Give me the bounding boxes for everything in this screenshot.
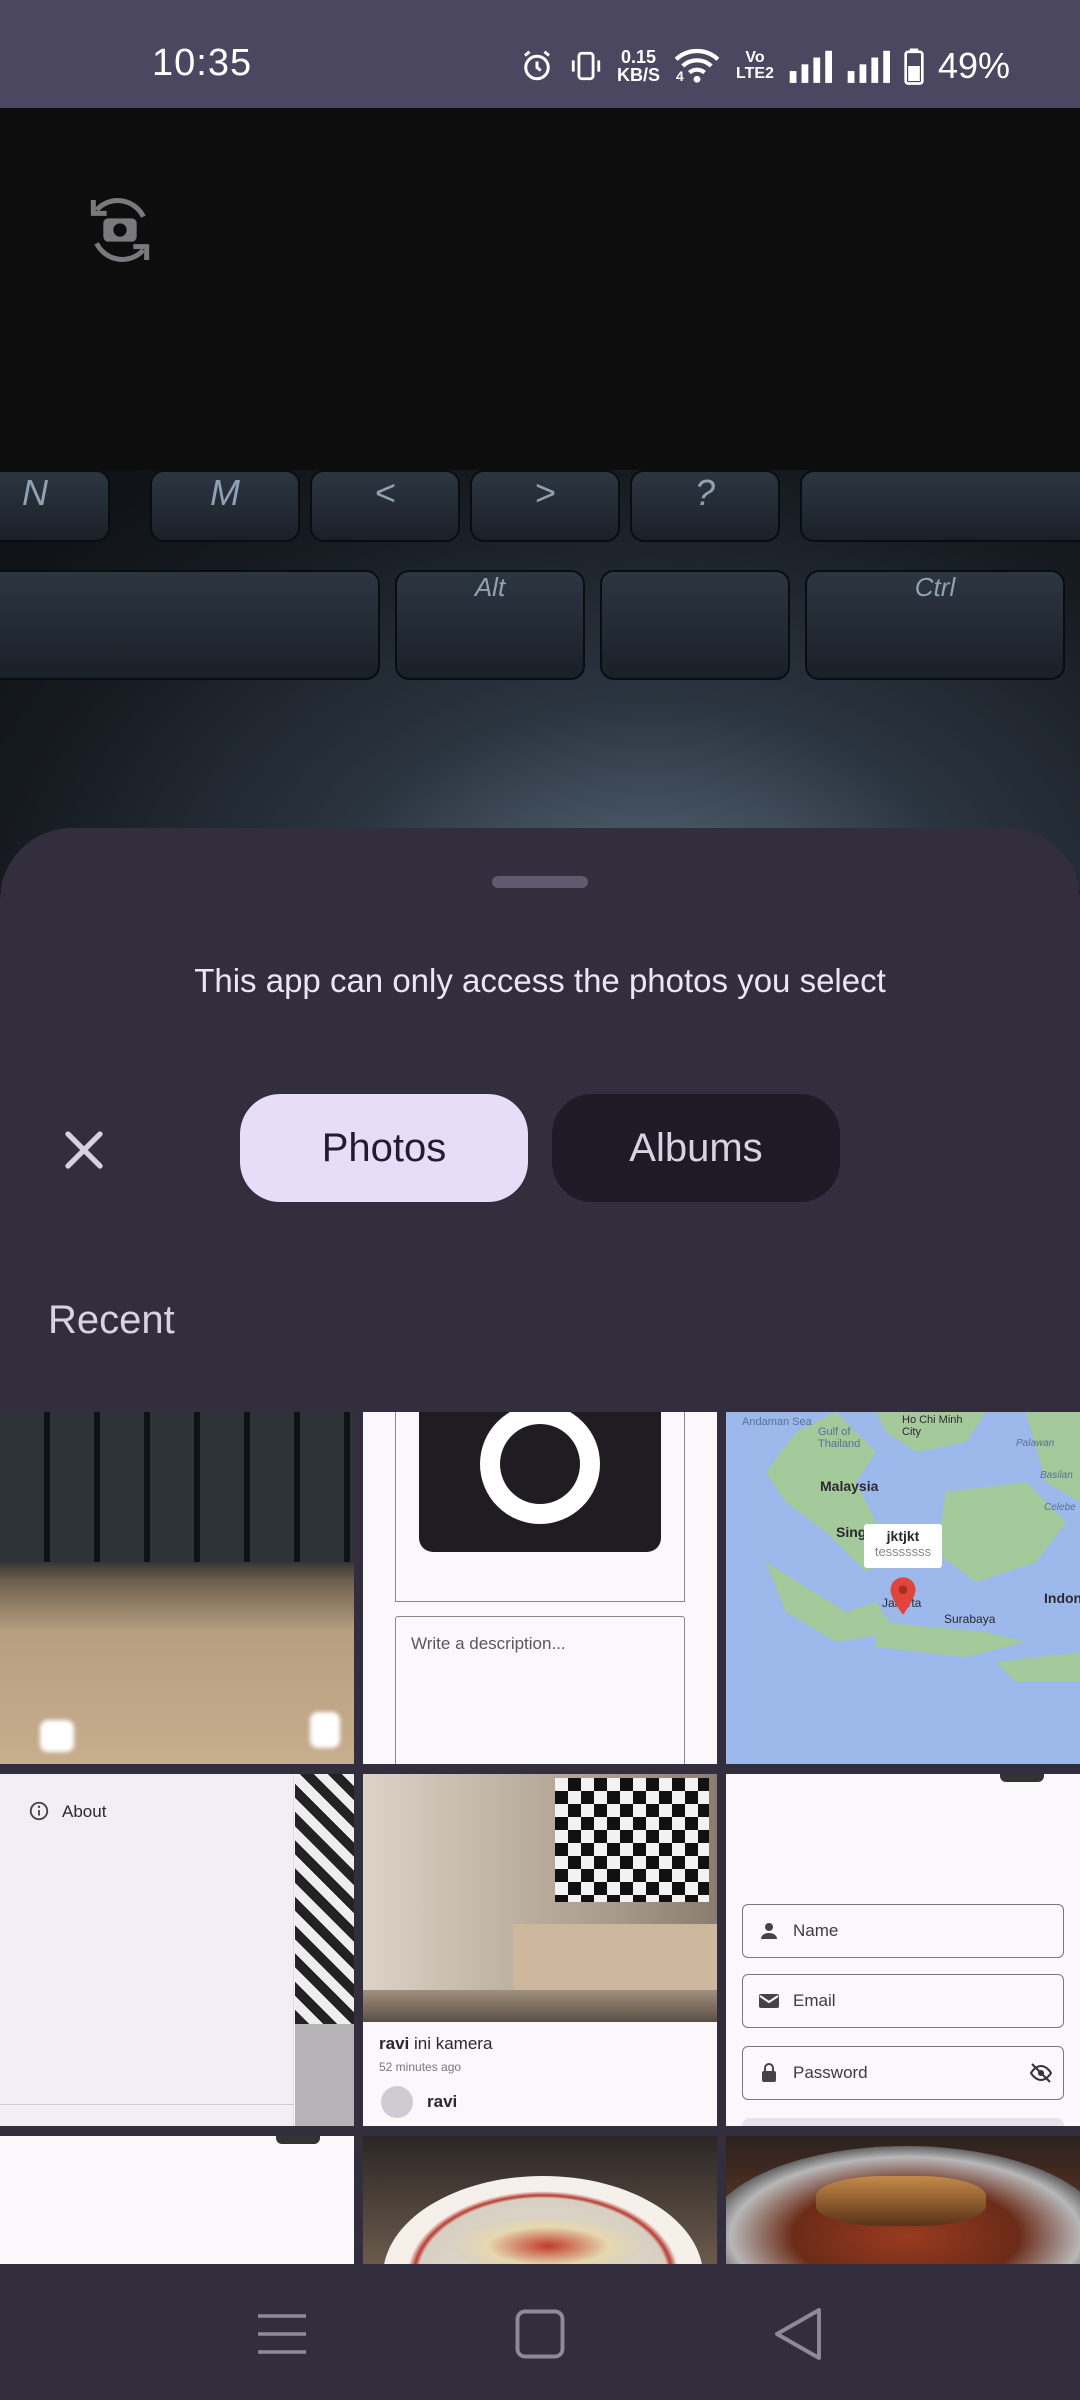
key-m: M	[150, 470, 300, 542]
back-icon[interactable]	[768, 2304, 828, 2364]
thumb-tv-stand	[513, 1924, 717, 1990]
avatar	[381, 2086, 413, 2118]
post-author: ravi	[427, 2092, 458, 2111]
thumb-top-chip	[276, 2136, 320, 2144]
thumb-floor	[363, 1990, 717, 2022]
battery-percent: 49%	[937, 45, 1010, 86]
mail-icon	[759, 1994, 779, 2008]
net-speed-value: 0.15	[620, 47, 657, 67]
screenshot-thumbnail[interactable]: Write a description...	[363, 1412, 717, 1764]
thumb-divider	[0, 2104, 294, 2105]
drawer-item-about: About	[62, 1802, 107, 1821]
tab-albums[interactable]: Albums	[552, 1094, 840, 1202]
rotate-camera-icon[interactable]	[80, 190, 160, 270]
map-label-gulf: Gulf of Thailand	[818, 1426, 861, 1450]
key-n: N	[0, 470, 110, 542]
screenshot-thumbnail[interactable]: ravi ini kamera 52 minutes ago ravi	[363, 1774, 717, 2126]
alarm-icon	[524, 50, 550, 81]
post-time: 52 minutes ago	[379, 2060, 462, 2074]
photo-grid: Write a description... Andaman Sea Gulf …	[0, 1412, 1080, 2264]
tab-photos[interactable]: Photos	[240, 1094, 528, 1202]
form-password-placeholder: Password	[793, 2063, 868, 2082]
net-speed: 0.15 KB/S	[617, 48, 660, 84]
status-time: 10:35	[152, 42, 253, 84]
thumb-button-hint	[742, 2118, 1064, 2126]
key-alt: Alt	[395, 570, 585, 680]
menu-icon[interactable]	[252, 2304, 312, 2364]
screenshot-thumbnail[interactable]	[0, 2136, 354, 2264]
photo-picker-screen: 10:35 0.15 KB/S 4 Vo LTE2 49% N M < > ? …	[0, 0, 1080, 2400]
wifi-generation: 4	[676, 68, 684, 84]
thumb-glare	[310, 1712, 340, 1748]
thumb-drawer-behind-bottom	[295, 2024, 354, 2126]
info-icon	[29, 1801, 49, 1821]
key-question: ?	[630, 470, 780, 542]
form-email-field: Email	[742, 1974, 1064, 2028]
drag-handle[interactable]	[492, 876, 588, 888]
form-email-placeholder: Email	[793, 1991, 836, 2010]
key-gt: >	[470, 470, 620, 542]
map-label-indonesia: Indon	[1044, 1590, 1080, 1606]
volte-icon: Vo LTE2	[736, 49, 774, 82]
thumb-glare	[40, 1720, 74, 1752]
picker-title: This app can only access the photos you …	[194, 962, 886, 999]
post-username: ravi	[379, 2034, 410, 2053]
home-icon[interactable]	[510, 2304, 570, 2364]
photo-thumbnail[interactable]	[363, 2136, 717, 2264]
thumb-description-placeholder: Write a description...	[411, 1634, 566, 1653]
camera-preview-keyboard: N M < > ? Alt Ctrl	[0, 470, 1080, 890]
status-bar: 10:35 0.15 KB/S 4 Vo LTE2 49%	[0, 0, 1080, 108]
map-label-andaman: Andaman Sea	[742, 1416, 812, 1428]
vibrate-icon	[571, 51, 601, 81]
key-space	[0, 570, 380, 680]
person-icon	[761, 1923, 777, 1939]
thumb-camera-lens-inner	[500, 1424, 580, 1504]
map-label-basilan: Basilan	[1040, 1470, 1073, 1481]
key-ctrl: Ctrl	[805, 570, 1065, 680]
map-label-hcmc: Ho Chi Minh City	[902, 1414, 963, 1438]
visibility-off-icon	[1029, 2063, 1053, 2083]
screenshot-thumbnail[interactable]: About	[0, 1774, 354, 2126]
thumb-drawer	[0, 1774, 294, 2126]
thumb-top-chip	[1000, 1774, 1044, 1782]
key-shift	[800, 470, 1080, 542]
thumb-fish	[816, 2176, 986, 2226]
form-password-field: Password	[742, 2046, 1064, 2100]
form-name-placeholder: Name	[793, 1921, 839, 1940]
key-menu	[600, 570, 790, 680]
key-lt: <	[310, 470, 460, 542]
map-info-window: jktjkt tesssssss	[864, 1524, 942, 1568]
map-label-celebes: Celebe	[1044, 1502, 1076, 1513]
map-label-sing: Sing	[836, 1524, 867, 1540]
photo-thumbnail[interactable]	[0, 1412, 354, 1764]
camera-preview-top	[0, 108, 1080, 470]
thumb-keys	[0, 1412, 354, 1562]
net-speed-unit: KB/S	[616, 65, 660, 85]
post-caption: ini kamera	[413, 2034, 493, 2053]
thumb-drawer-behind	[295, 1774, 354, 2024]
lock-icon	[762, 2063, 776, 2082]
signal-icon	[847, 50, 890, 83]
battery-icon	[904, 48, 924, 85]
thumb-tv	[555, 1778, 709, 1902]
map-marker-snippet: tesssssss	[874, 1544, 932, 1559]
map-label-surabaya: Surabaya	[944, 1612, 996, 1626]
photo-thumbnail[interactable]	[726, 2136, 1080, 2264]
map-marker-title: jktjkt	[886, 1528, 920, 1544]
signal-icon	[789, 50, 832, 83]
map-thumbnail[interactable]: Andaman Sea Gulf of Thailand Ho Chi Minh…	[726, 1412, 1080, 1764]
map-pin-icon	[890, 1577, 916, 1615]
section-recent: Recent	[48, 1298, 175, 1342]
wifi-group: 4	[674, 46, 722, 86]
screenshot-thumbnail[interactable]: Name Email Password	[726, 1774, 1080, 2126]
close-icon[interactable]	[52, 1118, 116, 1182]
post-header: ravi ini kamera	[379, 2034, 492, 2054]
map-label-malaysia: Malaysia	[820, 1478, 879, 1494]
navigation-bar	[0, 2264, 1080, 2400]
status-icons: 0.15 KB/S 4 Vo LTE2 49%	[519, 45, 1010, 86]
form-name-field: Name	[742, 1904, 1064, 1958]
map-label-palawan: Palawan	[1016, 1438, 1055, 1449]
